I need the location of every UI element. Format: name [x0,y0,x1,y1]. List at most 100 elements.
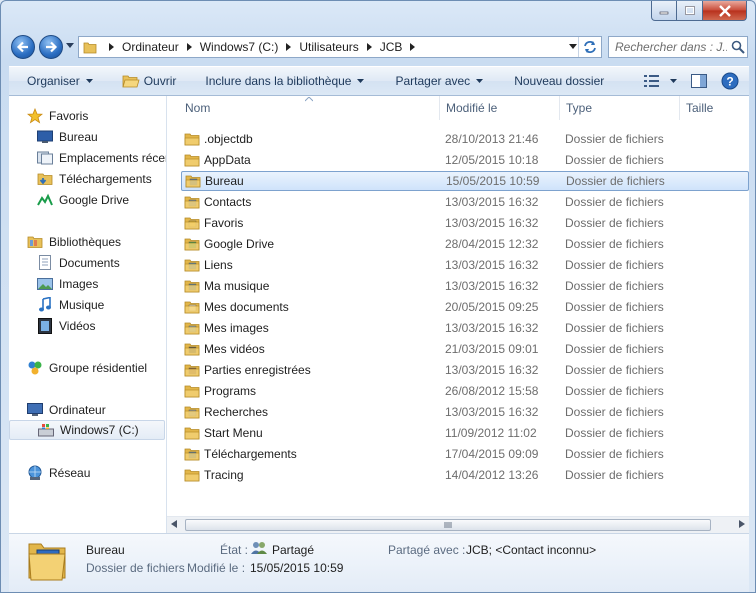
file-row[interactable]: Contacts 13/03/2015 16:32 Dossier de fichi… [181,192,749,212]
details-shared-label: Partagé avec : [388,543,466,557]
include-library-button[interactable]: Inclure dans la bibliothèque [185,67,373,95]
scroll-left-icon[interactable] [171,520,177,528]
share-button[interactable]: Partager avec [373,67,492,95]
recent-pages-icon[interactable] [66,43,74,49]
breadcrumb-ordinateur[interactable]: Ordinateur [105,40,183,54]
maximize-button[interactable] [677,1,703,21]
documents-icon [39,255,51,270]
file-type: Dossier de fichiers [565,363,664,377]
sort-ascending-icon [305,97,313,102]
help-icon[interactable]: ? [721,72,739,90]
file-row[interactable]: Parties enregistrées 13/03/2015 16:32 Doss… [181,360,749,380]
nav-item-label: Téléchargements [59,172,152,186]
file-list: Nom Modifié le Type Taille .objectdb 28/1… [167,96,749,533]
minimize-icon [659,11,669,14]
column-header-modified[interactable]: Modifié le [440,96,560,120]
search-input[interactable] [609,40,727,54]
refresh-button[interactable] [578,37,601,57]
nav-libraries[interactable]: Bibliothèques [27,232,121,252]
open-button[interactable]: Ouvrir [102,67,186,95]
file-name: Téléchargements [204,447,297,461]
nav-lib-documents[interactable]: Documents [37,253,120,273]
file-type: Dossier de fichiers [565,468,664,482]
back-button[interactable] [11,35,35,59]
nav-favorites[interactable]: Favoris [27,106,88,126]
nav-network[interactable]: Réseau [27,463,90,483]
change-view-button[interactable] [644,75,677,87]
music-icon [39,297,51,312]
chevron-down-icon [476,78,484,83]
recent-places-icon [37,151,53,165]
folder-icon [184,152,200,168]
file-modified: 17/04/2015 09:09 [445,447,539,461]
breadcrumb-label: Ordinateur [122,40,179,54]
chevron-down-icon [85,78,93,83]
forward-button[interactable] [39,35,63,59]
nav-item-label: Windows7 (C:) [60,423,139,437]
nav-fav-google-drive[interactable]: Google Drive [37,190,129,210]
nav-fav-bureau[interactable]: Bureau [37,127,98,147]
nav-lib-music[interactable]: Musique [37,295,104,315]
nav-fav-recent-places[interactable]: Emplacements récents [37,148,166,168]
minimize-button[interactable] [651,1,677,21]
videos-folder-icon [184,341,200,357]
explorer-window: Ordinateur Windows7 (C:) Utilisateurs JC… [0,0,756,593]
column-header-type[interactable]: Type [560,96,680,120]
folder-icon [184,131,200,147]
file-row[interactable]: AppData 12/05/2015 10:18 Dossier de fichie… [181,150,749,170]
breadcrumb-label: Windows7 (C:) [199,40,279,54]
address-dropdown-icon[interactable] [569,44,577,50]
file-name: Parties enregistrées [204,363,311,377]
breadcrumb-windows7[interactable]: Windows7 (C:) [183,40,283,54]
desktop-icon [37,130,53,143]
libraries-icon [27,236,43,248]
details-state-label: État : [220,543,249,557]
close-button[interactable] [703,1,747,21]
documents-folder-icon [184,299,200,315]
file-row[interactable]: Start Menu 11/09/2012 11:02 Dossier de fic… [181,423,749,443]
file-row[interactable]: Google Drive 28/04/2015 12:32 Dossier de f… [181,234,749,254]
column-header-size[interactable]: Taille [680,96,749,120]
nav-computer-label: Ordinateur [49,403,106,417]
nav-fav-downloads[interactable]: Téléchargements [37,169,152,189]
file-row[interactable]: Mes documents 20/05/2015 09:25 Dossier de … [181,297,749,317]
file-row[interactable]: Recherches 13/03/2015 16:32 Dossier de fic… [181,402,749,422]
file-row[interactable]: Mes images 13/03/2015 16:32 Dossier de fic… [181,318,749,338]
scrollbar-thumb[interactable] [185,519,711,531]
file-row[interactable]: Programs 26/08/2012 15:58 Dossier de fichi… [181,381,749,401]
file-name: Recherches [204,405,269,419]
share-label: Partager avec [395,74,471,88]
nav-lib-videos[interactable]: Vidéos [37,316,95,336]
videos-icon [38,318,52,334]
google-drive-folder-icon [184,236,200,252]
file-row[interactable]: Liens 13/03/2015 16:32 Dossier de fichiers [181,255,749,275]
breadcrumb-jcb[interactable]: JCB [363,40,420,54]
file-row[interactable]: Ma musique 13/03/2015 16:32 Dossier de fic… [181,276,749,296]
nav-computer[interactable]: Ordinateur [27,400,106,420]
file-row[interactable]: Téléchargements 17/04/2015 09:09 Dossier d… [181,444,749,464]
preview-pane-icon[interactable] [691,74,707,88]
file-row[interactable]: .objectdb 28/10/2013 21:46 Dossier de fich… [181,129,749,149]
breadcrumb-utilisateurs[interactable]: Utilisateurs [282,40,362,54]
horizontal-scrollbar[interactable] [167,516,749,533]
chevron-down-icon [670,78,677,83]
file-row[interactable]: Tracing 14/04/2012 13:26 Dossier de fichie… [181,465,749,485]
organize-button[interactable]: Organiser [9,67,102,95]
file-row[interactable]: Favoris 13/03/2015 16:32 Dossier de fichie… [181,213,749,233]
file-type: Dossier de fichiers [565,132,664,146]
music-folder-icon [184,278,200,294]
file-name: Ma musique [204,279,270,293]
file-modified: 12/05/2015 10:18 [445,153,539,167]
search-icon[interactable] [731,40,745,54]
address-bar[interactable]: Ordinateur Windows7 (C:) Utilisateurs JC… [78,36,602,58]
file-row[interactable]: Bureau 15/05/2015 10:59 Dossier de fichier… [181,171,749,191]
nav-drive-c[interactable]: Windows7 (C:) [9,420,165,440]
search-box[interactable] [608,36,748,58]
new-folder-button[interactable]: Nouveau dossier [492,67,613,95]
file-type: Dossier de fichiers [565,195,664,209]
scroll-right-icon[interactable] [739,520,745,528]
nav-lib-images[interactable]: Images [37,274,98,294]
nav-homegroup[interactable]: Groupe résidentiel [27,358,147,378]
file-row[interactable]: Mes vidéos 21/03/2015 09:01 Dossier de fic… [181,339,749,359]
chevron-right-icon [186,43,192,51]
